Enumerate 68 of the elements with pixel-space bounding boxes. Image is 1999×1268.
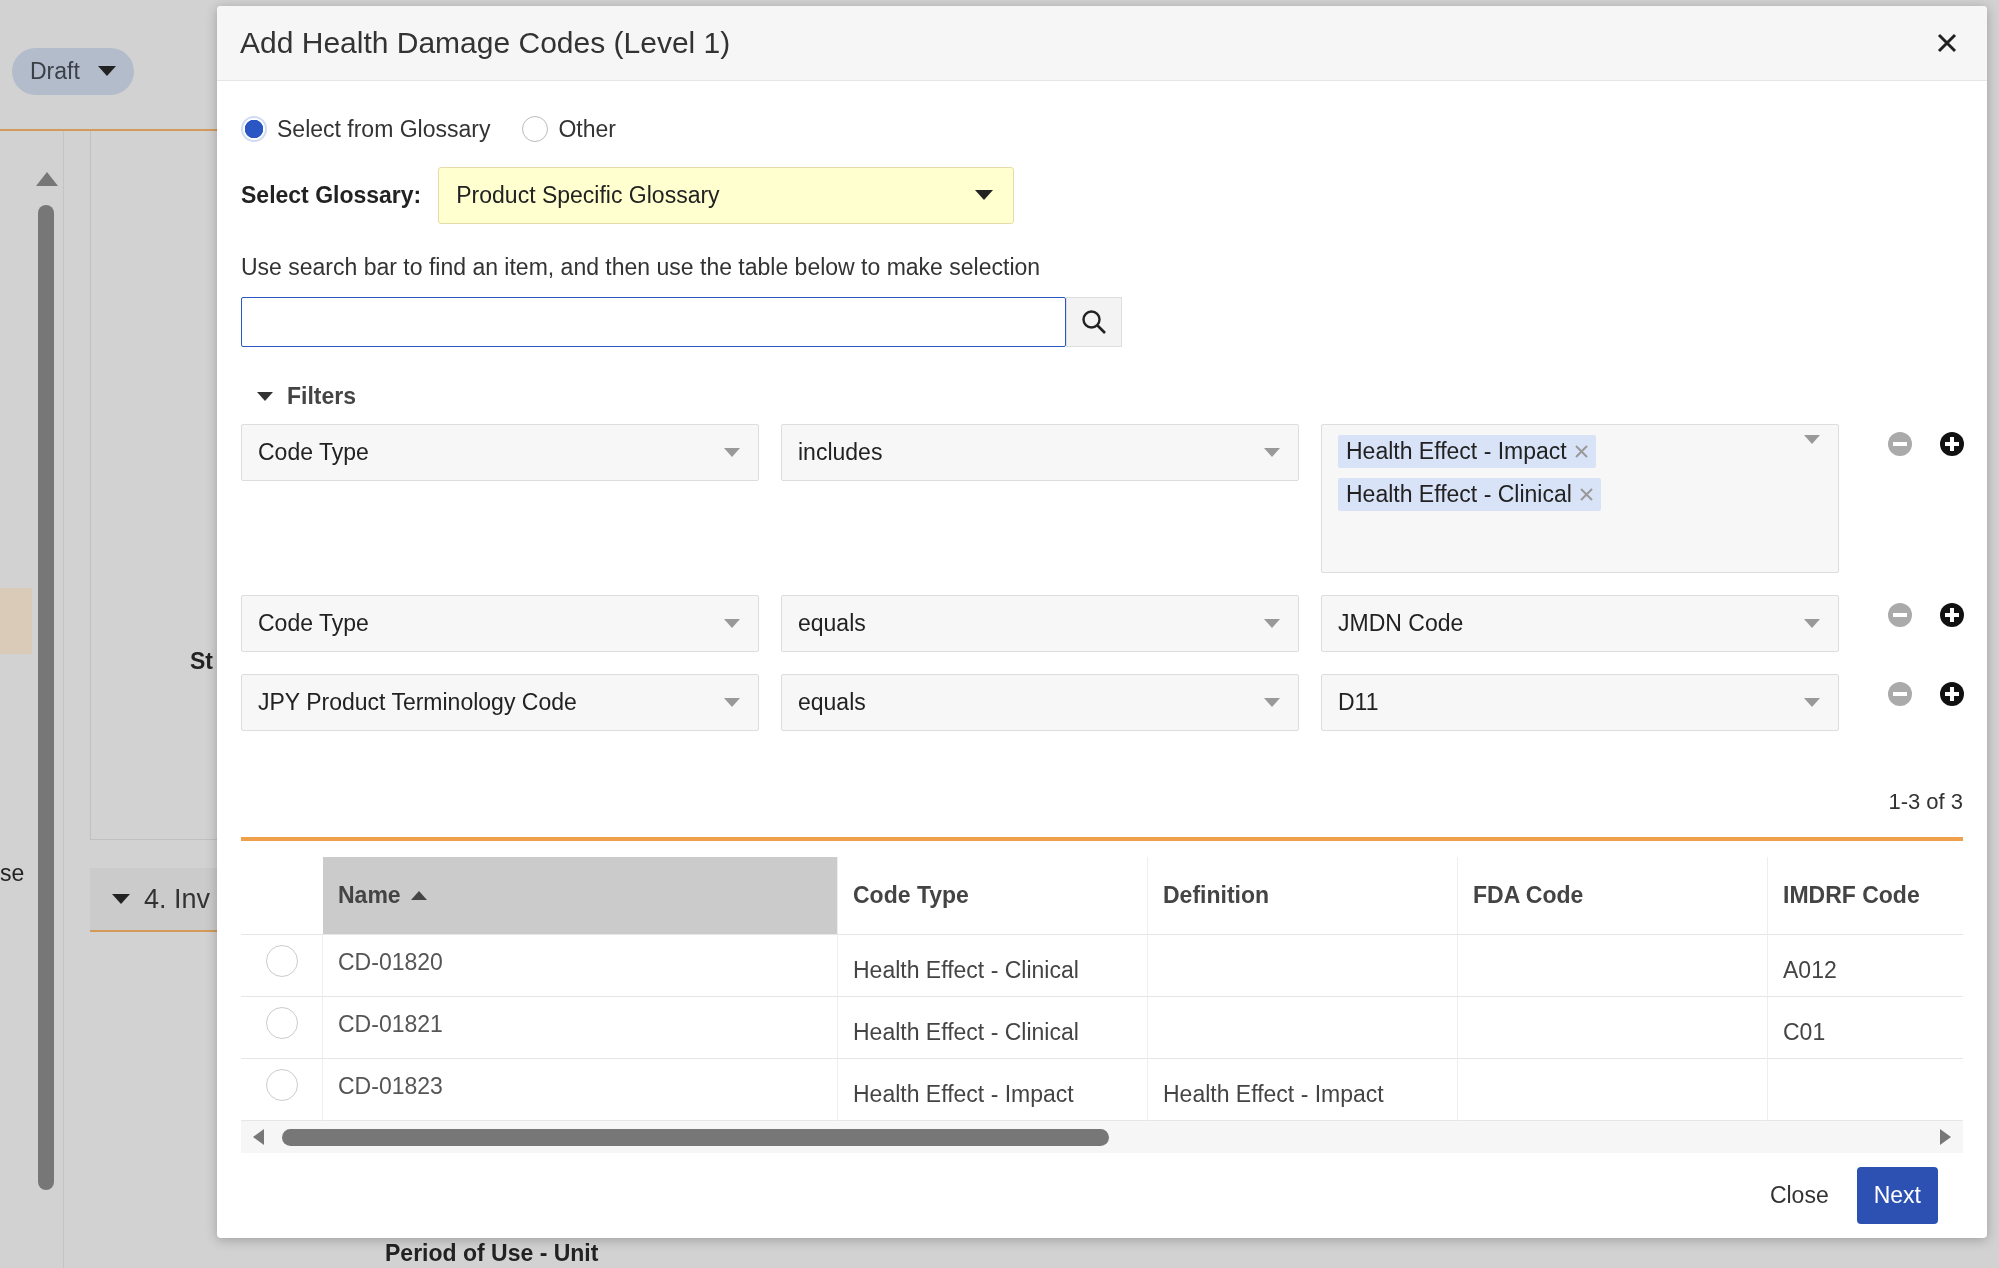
table-cell: A012 <box>1768 935 1963 997</box>
field-label: St <box>190 648 213 675</box>
sort-up-icon <box>410 890 427 901</box>
column-header[interactable]: FDA Code <box>1458 857 1768 935</box>
radio-option[interactable]: Select from Glossary <box>241 115 491 143</box>
caret-icon <box>97 66 116 77</box>
table-cell: CD-01821 <box>323 997 838 1059</box>
highlight-block <box>0 588 32 654</box>
field-dropdown[interactable]: Code Type <box>241 595 759 652</box>
field-label: Period of Use - Unit <box>385 1240 599 1267</box>
text-fragment: se <box>0 860 25 887</box>
remove-icon <box>1579 488 1593 501</box>
table-cell: Health Effect - Clinical <box>838 997 1148 1059</box>
value-dropdown[interactable]: JMDN Code <box>1321 595 1839 652</box>
caret-icon <box>724 697 740 708</box>
remove-icon[interactable] <box>1887 681 1913 707</box>
operator-dropdown[interactable]: equals <box>781 674 1299 731</box>
caret-icon <box>724 447 740 458</box>
scroll-up-icon <box>36 172 58 186</box>
row-radio[interactable] <box>265 1007 298 1039</box>
search-icon <box>1081 309 1107 335</box>
column-header[interactable]: IMDRF Code <box>1768 857 1963 935</box>
remove-icon <box>1574 445 1588 458</box>
table-cell: CD-01820 <box>323 935 838 997</box>
field-dropdown[interactable]: JPY Product Terminology Code <box>241 674 759 731</box>
section-header[interactable]: 4. Inv <box>90 868 217 932</box>
value-multiselect[interactable]: Health Effect - Impact Health Effect - Clinical <box>1321 424 1839 573</box>
caret-icon <box>724 618 740 629</box>
table-cell: Health Effect - Clinical <box>838 935 1148 997</box>
hint-text: Use search bar to find an item, and then use the table below to make selection <box>241 254 1042 281</box>
glossary-dropdown[interactable]: Product Specific Glossary <box>438 167 1015 224</box>
table-cell: C01 <box>1768 997 1963 1059</box>
filter-tag[interactable]: Health Effect - Clinical <box>1338 478 1601 511</box>
caret-icon <box>975 190 994 201</box>
add-icon[interactable] <box>1939 431 1965 457</box>
filter-tag[interactable]: Health Effect - Impact <box>1338 435 1596 468</box>
add-icon[interactable] <box>1939 681 1965 707</box>
add-icon[interactable] <box>1939 602 1965 628</box>
caret-icon <box>1264 447 1280 458</box>
radio-option[interactable]: Other <box>522 115 616 143</box>
caret-icon <box>1804 618 1820 629</box>
field-dropdown[interactable]: Code Type <box>241 424 759 481</box>
caret-icon <box>1804 697 1820 708</box>
close-button[interactable]: Close <box>1769 1182 1829 1209</box>
column-header[interactable]: Name <box>323 857 838 935</box>
status-dropdown[interactable]: Draft <box>12 48 134 95</box>
dialog-title: Add Health Damage Codes (Level 1) <box>240 26 731 60</box>
operator-dropdown[interactable]: includes <box>781 424 1299 481</box>
row-radio[interactable] <box>265 945 298 977</box>
value-dropdown[interactable]: D11 <box>1321 674 1839 731</box>
caret-icon <box>1804 435 1820 445</box>
field-label: Select Glossary: <box>241 182 422 209</box>
search-button[interactable] <box>1066 297 1122 347</box>
result-count: 1-3 of 3 <box>1888 789 1963 815</box>
filters-toggle[interactable]: Filters <box>241 383 357 410</box>
row-radio[interactable] <box>265 1069 298 1101</box>
column-header[interactable]: Definition <box>1148 857 1458 935</box>
next-button[interactable]: Next <box>1856 1167 1938 1224</box>
operator-dropdown[interactable]: equals <box>781 595 1299 652</box>
caret-icon <box>1264 697 1280 708</box>
remove-icon[interactable] <box>1887 602 1913 628</box>
search-field[interactable] <box>241 297 1066 347</box>
remove-icon[interactable] <box>1887 431 1913 457</box>
close-icon <box>1937 33 1957 53</box>
scroll-left-icon <box>253 1129 264 1145</box>
column-header[interactable]: Code Type <box>838 857 1148 935</box>
caret-icon <box>1264 618 1280 629</box>
scroll-right-icon <box>1940 1129 1951 1145</box>
